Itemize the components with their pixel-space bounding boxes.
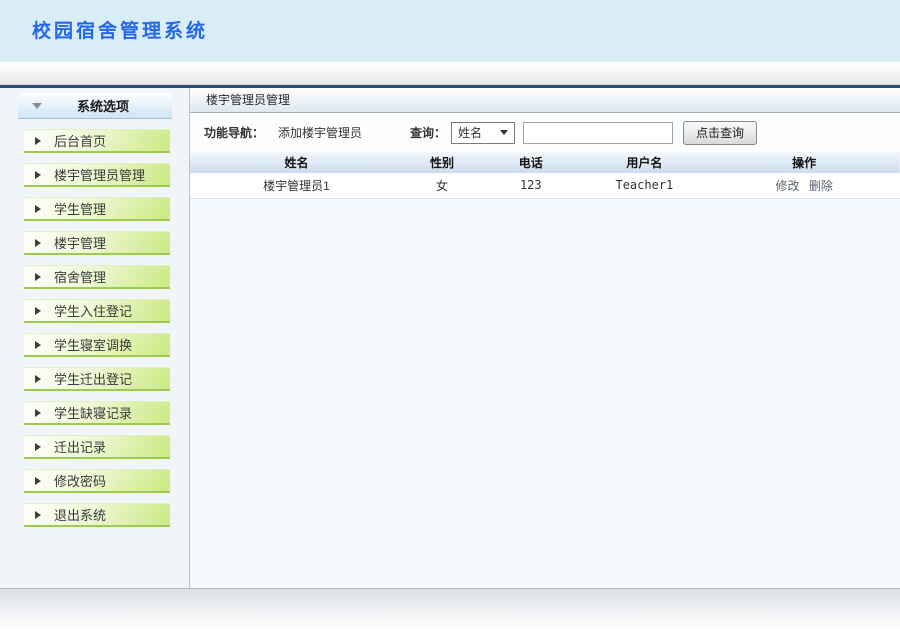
admin-table: 姓名 性别 电话 用户名 操作 楼宇管理员1 女 123 Teacher1 xyxy=(190,152,900,199)
sidebar-item-label: 宿舍管理 xyxy=(54,267,106,286)
arrow-right-icon xyxy=(35,511,41,519)
page-footer xyxy=(0,588,900,629)
arrow-right-icon xyxy=(35,239,41,247)
arrow-right-icon xyxy=(35,273,41,281)
collapse-triangle-icon xyxy=(32,103,42,109)
arrow-right-icon xyxy=(35,409,41,417)
sidebar-panel-header[interactable]: 系统选项 xyxy=(18,93,172,119)
arrow-right-icon xyxy=(35,205,41,213)
app-banner: 校园宿舍管理系统 xyxy=(0,0,900,62)
main-content: 楼宇管理员管理 功能导航： 添加楼宇管理员 查询： 姓名 点击查询 xyxy=(190,88,900,588)
arrow-right-icon xyxy=(35,307,41,315)
sidebar-item-dorms[interactable]: 宿舍管理 xyxy=(24,265,170,289)
dropdown-arrow-icon xyxy=(500,130,508,135)
page: 校园宿舍管理系统 系统选项 后台首页 楼宇管理员管理 学生管理 xyxy=(0,0,900,629)
add-building-admin-link[interactable]: 添加楼宇管理员 xyxy=(278,124,362,141)
sidebar-panel-title: 系统选项 xyxy=(42,96,172,115)
column-header-username: 用户名 xyxy=(580,152,708,173)
arrow-right-icon xyxy=(35,137,41,145)
sidebar-item-logout[interactable]: 退出系统 xyxy=(24,503,170,527)
sidebar-item-checkin[interactable]: 学生入住登记 xyxy=(24,299,170,323)
cell-username: Teacher1 xyxy=(580,173,708,198)
sidebar-item-students[interactable]: 学生管理 xyxy=(24,197,170,221)
arrow-right-icon xyxy=(35,375,41,383)
body-wrapper: 系统选项 后台首页 楼宇管理员管理 学生管理 楼宇管理 xyxy=(0,88,900,588)
sidebar-item-moveout-log[interactable]: 迁出记录 xyxy=(24,435,170,459)
section-title: 楼宇管理员管理 xyxy=(190,88,900,113)
column-header-actions: 操作 xyxy=(708,152,900,173)
table-row: 楼宇管理员1 女 123 Teacher1 修改 删除 xyxy=(190,173,900,198)
search-input[interactable] xyxy=(523,122,673,144)
sidebar: 系统选项 后台首页 楼宇管理员管理 学生管理 楼宇管理 xyxy=(0,88,190,588)
sidebar-item-label: 修改密码 xyxy=(54,471,106,490)
sidebar-item-label: 退出系统 xyxy=(54,505,106,524)
search-button[interactable]: 点击查询 xyxy=(683,121,757,145)
nav-label: 功能导航： xyxy=(204,124,264,141)
sidebar-item-label: 学生寝室调换 xyxy=(54,335,132,354)
arrow-right-icon xyxy=(35,443,41,451)
column-header-name: 姓名 xyxy=(190,152,403,173)
sidebar-item-absence[interactable]: 学生缺寝记录 xyxy=(24,401,170,425)
sidebar-item-buildings[interactable]: 楼宇管理 xyxy=(24,231,170,255)
query-field-select[interactable]: 姓名 xyxy=(451,122,515,144)
cell-name: 楼宇管理员1 xyxy=(190,173,403,198)
sidebar-item-label: 迁出记录 xyxy=(54,437,106,456)
cell-gender: 女 xyxy=(403,173,481,198)
delete-link[interactable]: 删除 xyxy=(809,179,833,193)
sidebar-item-label: 学生入住登记 xyxy=(54,301,132,320)
column-header-gender: 性别 xyxy=(403,152,481,173)
sidebar-item-room-swap[interactable]: 学生寝室调换 xyxy=(24,333,170,357)
toolbar: 功能导航： 添加楼宇管理员 查询： 姓名 点击查询 xyxy=(190,113,900,152)
sidebar-item-label: 学生缺寝记录 xyxy=(54,403,132,422)
sidebar-item-change-password[interactable]: 修改密码 xyxy=(24,469,170,493)
sidebar-menu: 后台首页 楼宇管理员管理 学生管理 楼宇管理 宿舍管理 xyxy=(0,129,189,527)
cell-actions: 修改 删除 xyxy=(708,173,900,198)
column-header-phone: 电话 xyxy=(481,152,580,173)
sidebar-item-building-admin[interactable]: 楼宇管理员管理 xyxy=(24,163,170,187)
edit-link[interactable]: 修改 xyxy=(775,179,799,193)
sidebar-item-label: 后台首页 xyxy=(54,131,106,150)
query-label: 查询： xyxy=(410,124,446,141)
sidebar-item-label: 楼宇管理员管理 xyxy=(54,165,145,184)
sidebar-item-label: 学生迁出登记 xyxy=(54,369,132,388)
nav-strip xyxy=(0,62,900,85)
table-header-row: 姓名 性别 电话 用户名 操作 xyxy=(190,152,900,173)
sidebar-item-label: 楼宇管理 xyxy=(54,233,106,252)
sidebar-item-label: 学生管理 xyxy=(54,199,106,218)
app-title: 校园宿舍管理系统 xyxy=(0,0,900,43)
sidebar-item-moveout-reg[interactable]: 学生迁出登记 xyxy=(24,367,170,391)
arrow-right-icon xyxy=(35,171,41,179)
arrow-right-icon xyxy=(35,477,41,485)
cell-phone: 123 xyxy=(481,173,580,198)
arrow-right-icon xyxy=(35,341,41,349)
query-field-selected-value: 姓名 xyxy=(458,124,482,141)
sidebar-item-home[interactable]: 后台首页 xyxy=(24,129,170,153)
